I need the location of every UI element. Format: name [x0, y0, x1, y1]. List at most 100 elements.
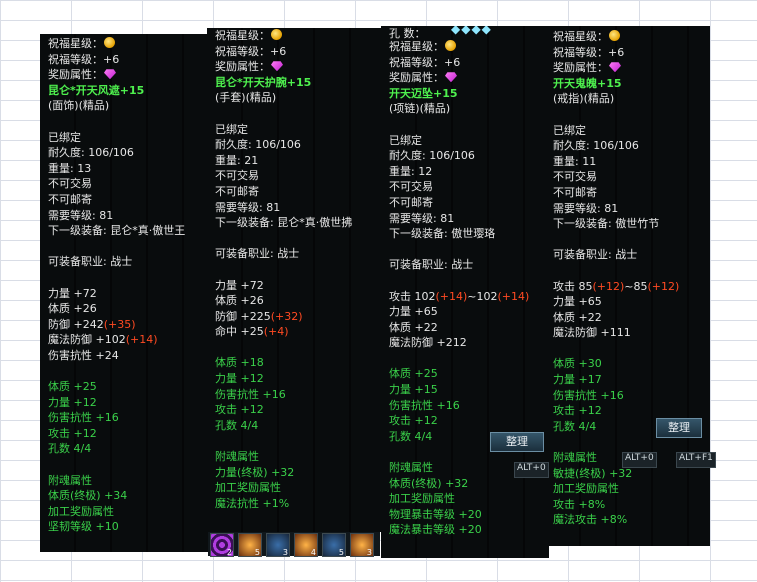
- tooltip-line: 不可交易: [215, 168, 379, 184]
- tooltip-line: 力量 +72: [215, 278, 379, 294]
- tooltip-line-text: 下一级装备: 昆仑*真·傲世王: [48, 224, 186, 238]
- tooltip-line: 体质 +25: [389, 366, 545, 382]
- tooltip-line-text: 力量 +65: [553, 295, 602, 309]
- tooltip-line-text: 祝福等级：+6: [553, 45, 625, 59]
- tooltip-line: 防御 +242(+35): [48, 317, 204, 333]
- tooltip-line-text: 孔数 4/4: [389, 429, 433, 443]
- tooltip-line-text: 力量 +65: [389, 305, 438, 319]
- tooltip-line: 祝福星级：: [389, 39, 545, 55]
- tooltip-line: 奖励属性：: [215, 59, 379, 75]
- tooltip-line: 下一级装备: 昆仑*真·傲世拂: [215, 215, 379, 231]
- tooltip-line-text: 体质 +22: [553, 310, 602, 324]
- tooltip-line-text: 力量 +12: [48, 395, 97, 409]
- bonus-value: (+35): [103, 317, 136, 331]
- tooltip-lines: 祝福星级： 祝福等级：+6 奖励属性： 昆仑*开天护腕+15 (手套)(精品) 已绑定 耐久…: [215, 28, 379, 511]
- tooltip-line-text: 攻击 85: [553, 279, 593, 293]
- skill-slot[interactable]: 2: [210, 533, 234, 557]
- skill-slot[interactable]: 5: [322, 533, 346, 557]
- hotkey-label: ALT+F1: [676, 452, 716, 468]
- tooltip-line-text: 可装备职业: 战士: [553, 248, 638, 262]
- tooltip-line-text: 耐久度: 106/106: [215, 138, 301, 152]
- tooltip-line-text: (手套)(精品): [215, 91, 277, 105]
- star-icon: [271, 29, 282, 40]
- tooltip-line: 下一级装备: 傲世璎珞: [389, 226, 545, 242]
- tooltip-line: 祝福星级：: [48, 36, 204, 52]
- bonus-value: (+14): [497, 289, 530, 303]
- tooltip-line-text: 昆仑*开天风遮+15: [48, 83, 145, 97]
- tooltip-line: 祝福星级：: [553, 29, 706, 45]
- skill-slot[interactable]: 3: [266, 533, 290, 557]
- tooltip-line-text: 体质 +25: [389, 367, 438, 381]
- skill-slot[interactable]: 3: [350, 533, 374, 557]
- gem-icon: [445, 72, 457, 83]
- tooltip-line-text: 魔法防御 +111: [553, 326, 631, 340]
- tooltip-line-text: 力量 +17: [553, 373, 602, 387]
- tooltip-line: 重量: 12: [389, 164, 545, 180]
- tooltip-line: 体质 +22: [389, 320, 545, 336]
- tooltip-line-text: 孔数 4/4: [48, 442, 92, 456]
- sort-button[interactable]: 整理: [490, 432, 544, 452]
- tooltip-line: 魔法防御 +111: [553, 325, 706, 341]
- tooltip-line-text: (面饰)(精品): [48, 99, 110, 113]
- tooltip-line-text: 开天鬼魄+15: [553, 76, 622, 90]
- tooltip-line-text: 攻击 +12: [48, 426, 97, 440]
- tooltip-line-text: 力量 +12: [215, 372, 264, 386]
- tooltip-line: 力量 +65: [553, 294, 706, 310]
- item-tooltip-necklace: 孔 数： ◆◆◆◆ 祝福星级： 祝福等级：+6 奖励属性： 开天迈坠+15 (项链)(精…: [381, 26, 549, 558]
- tooltip-line: 祝福等级：+6: [215, 44, 379, 60]
- tooltip-line-text: 下一级装备: 昆仑*真·傲世拂: [215, 216, 353, 230]
- tooltip-line: 魔法防御 +212: [389, 335, 545, 351]
- tooltip-line-text: 已绑定: [48, 130, 81, 144]
- tooltip-line: 不可交易: [389, 179, 545, 195]
- tooltip-line: 下一级装备: 昆仑*真·傲世王: [48, 223, 204, 239]
- tooltip-line: 力量 +12: [48, 395, 204, 411]
- tooltip-line-text: 体质 +25: [48, 380, 97, 394]
- tooltip-line-text: 需要等级: 81: [389, 211, 455, 225]
- tooltip-line-text: 开天迈坠+15: [389, 86, 458, 100]
- tooltip-line: 魔法攻击 +8%: [553, 512, 706, 528]
- tooltip-line-text: 不可邮寄: [215, 184, 259, 198]
- tooltip-line-text: 体质(终极) +32: [389, 476, 469, 490]
- tooltip-line-text: 物理暴击等级 +20: [389, 507, 482, 521]
- tooltip-line-text: (项链)(精品): [389, 102, 451, 116]
- tooltip-line: 奖励属性：: [389, 70, 545, 86]
- tooltip-line-text: 重量: 12: [389, 164, 433, 178]
- star-icon: [609, 30, 620, 41]
- tooltip-line-text: 耐久度: 106/106: [389, 149, 475, 163]
- tooltip-line: 奖励属性：: [553, 60, 706, 76]
- slot-number: 5: [338, 548, 344, 557]
- tooltip-line-text: 不可邮寄: [389, 195, 433, 209]
- tooltip-line-text: 魔法抗性 +1%: [215, 496, 290, 510]
- tooltip-line-text: 祝福星级：: [48, 37, 103, 50]
- skill-slot[interactable]: 5: [238, 533, 262, 557]
- tooltip-line-text: 需要等级: 81: [48, 208, 114, 222]
- tooltip-line: 伤害抗性 +16: [553, 388, 706, 404]
- tooltip-line-text: 攻击 +8%: [553, 497, 606, 511]
- sort-button-2[interactable]: 整理: [656, 418, 702, 438]
- tooltip-line-text: 奖励属性：: [389, 71, 444, 85]
- tooltip-line-text: 不可交易: [48, 177, 92, 191]
- tooltip-line: 坚韧等级 +10: [48, 519, 204, 535]
- tooltip-line-text: 祝福等级：+6: [48, 52, 120, 66]
- tooltip-line: 伤害抗性 +16: [48, 410, 204, 426]
- tooltip-line: 攻击 +12: [215, 402, 379, 418]
- tooltip-line: 防御 +225(+32): [215, 309, 379, 325]
- tooltip-line-text: 下一级装备: 傲世璎珞: [389, 227, 496, 241]
- tooltip-line-text: 攻击 +12: [389, 414, 438, 428]
- item-tooltip-gloves: 祝福星级： 祝福等级：+6 奖励属性： 昆仑*开天护腕+15 (手套)(精品) 已绑定 耐久…: [207, 28, 383, 532]
- tooltip-line: 开天迈坠+15: [389, 86, 545, 102]
- tooltip-line: 攻击 +12: [48, 426, 204, 442]
- tooltip-line: 伤害抗性 +24: [48, 348, 204, 364]
- tooltip-line: 重量: 11: [553, 154, 706, 170]
- tooltip-line: 祝福等级：+6: [553, 45, 706, 61]
- tooltip-line: 耐久度: 106/106: [48, 145, 204, 161]
- tooltip-line: 加工奖励属性: [48, 504, 204, 520]
- tooltip-line: 力量 +15: [389, 382, 545, 398]
- skill-slot[interactable]: 4: [294, 533, 318, 557]
